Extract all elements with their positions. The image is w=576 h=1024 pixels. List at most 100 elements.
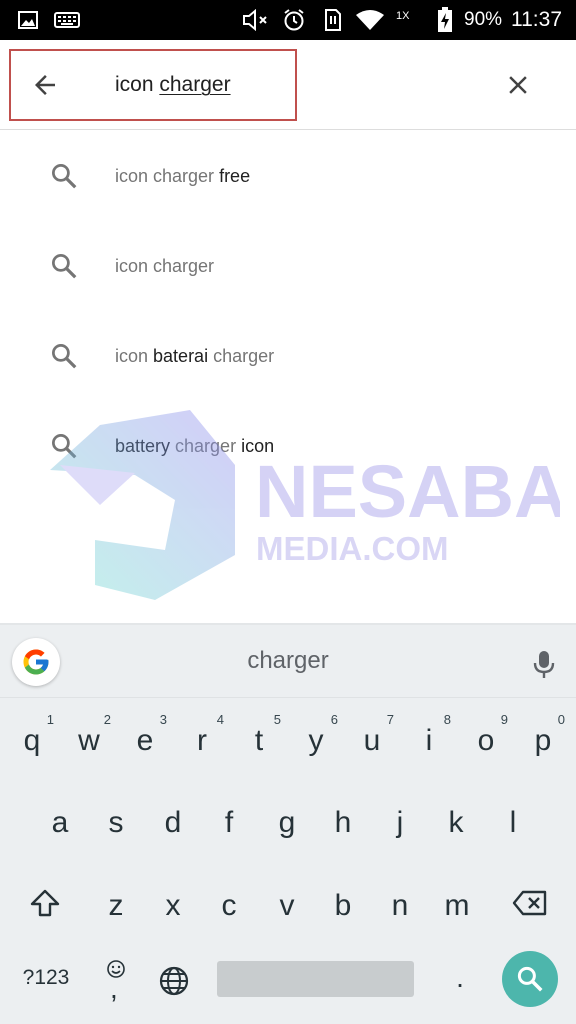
key-r[interactable]: 4r <box>176 703 228 773</box>
key-w[interactable]: 2w <box>63 703 115 773</box>
key-label: s <box>108 806 124 839</box>
key-i[interactable]: 8i <box>403 703 455 773</box>
status-bar: 1X 90% 11:37 <box>0 0 576 40</box>
suggestion-item[interactable]: battery charger icon <box>0 401 576 491</box>
suggestion-text: icon baterai charger <box>115 341 274 371</box>
back-button[interactable] <box>22 62 68 108</box>
battery-charging-icon <box>437 7 453 32</box>
suggestion-part: icon <box>236 436 275 456</box>
suggestion-part: battery <box>115 436 176 456</box>
suggestion-item[interactable]: icon baterai charger <box>0 311 576 401</box>
suggestion-part: icon charger <box>115 256 215 276</box>
mic-button[interactable] <box>522 643 566 687</box>
mute-icon <box>242 8 270 32</box>
backspace-icon <box>512 890 547 916</box>
backspace-key[interactable] <box>500 868 560 938</box>
comma-label: , <box>110 973 118 1004</box>
key-q[interactable]: 1q <box>6 703 58 773</box>
key-label: x <box>165 889 181 922</box>
globe-icon <box>159 966 189 996</box>
key-d[interactable]: d <box>147 785 199 855</box>
alarm-icon <box>282 8 306 32</box>
keyboard-suggestion-strip: charger <box>0 625 576 698</box>
language-key[interactable] <box>152 959 196 1003</box>
key-x[interactable]: x <box>147 868 199 938</box>
key-u[interactable]: 7u <box>346 703 398 773</box>
suggestion-part: icon charger <box>115 166 220 186</box>
clock: 11:37 <box>511 8 562 31</box>
key-label: p <box>534 724 552 757</box>
battery-level: 90% <box>464 9 503 30</box>
key-y[interactable]: 6y <box>290 703 342 773</box>
key-f[interactable]: f <box>203 785 255 855</box>
key-b[interactable]: b <box>317 868 369 938</box>
key-label: k <box>448 806 464 839</box>
keyboard: charger 1q 2w 3e 4r 5t 6y 7u 8i 9o 0p a … <box>0 623 576 1024</box>
suggestion-item[interactable]: icon charger free <box>0 131 576 221</box>
key-label: t <box>254 724 264 757</box>
key-z[interactable]: z <box>90 868 142 938</box>
suggestion-item[interactable]: icon charger <box>0 221 576 311</box>
search-icon <box>46 158 82 194</box>
clear-button[interactable] <box>495 62 541 108</box>
search-input[interactable]: icon charger <box>115 70 231 100</box>
key-label: w <box>78 724 100 757</box>
key-label: d <box>164 806 182 839</box>
back-arrow-icon <box>35 75 55 95</box>
shift-key[interactable] <box>15 868 75 938</box>
key-n[interactable]: n <box>374 868 426 938</box>
keyboard-icon <box>54 8 80 32</box>
query-composing-word: charger <box>159 73 231 96</box>
suggestion-part: charger <box>208 346 275 366</box>
search-action-key[interactable] <box>502 951 558 1007</box>
suggestion-text: icon charger <box>115 251 214 281</box>
key-label: j <box>396 806 404 839</box>
search-icon <box>517 966 543 992</box>
wifi-icon <box>355 8 385 32</box>
key-label: h <box>334 806 352 839</box>
key-v[interactable]: v <box>261 868 313 938</box>
query-prefix: icon <box>115 73 160 96</box>
key-label: n <box>391 889 409 922</box>
key-a[interactable]: a <box>34 785 86 855</box>
key-label: c <box>221 889 237 922</box>
suggestion-part: icon <box>115 346 154 366</box>
key-label: m <box>444 889 470 922</box>
key-label: u <box>363 724 381 757</box>
key-label: y <box>308 724 324 757</box>
suggestion-part: free <box>219 166 251 186</box>
period-key[interactable]: . <box>440 951 480 1005</box>
key-label: i <box>425 724 433 757</box>
key-s[interactable]: s <box>90 785 142 855</box>
key-o[interactable]: 9o <box>460 703 512 773</box>
mic-icon <box>533 651 555 678</box>
search-bar: icon charger <box>0 40 576 130</box>
emoji-comma-key[interactable]: , <box>96 951 136 1005</box>
key-j[interactable]: j <box>374 785 426 855</box>
key-label: r <box>197 724 207 757</box>
space-key[interactable] <box>217 961 414 997</box>
shift-icon <box>30 889 60 917</box>
key-m[interactable]: m <box>431 868 483 938</box>
suggestion-part: baterai <box>153 346 209 366</box>
suggestion-text: icon charger free <box>115 161 250 191</box>
keyboard-word-suggestion[interactable]: charger <box>0 643 576 679</box>
key-label: e <box>136 724 154 757</box>
key-g[interactable]: g <box>261 785 313 855</box>
key-e[interactable]: 3e <box>119 703 171 773</box>
key-label: z <box>108 889 124 922</box>
symbols-key[interactable]: ?123 <box>10 953 82 1003</box>
close-icon <box>509 76 527 94</box>
suggestion-part: charger <box>175 436 237 456</box>
key-t[interactable]: 5t <box>233 703 285 773</box>
key-k[interactable]: k <box>430 785 482 855</box>
key-p[interactable]: 0p <box>517 703 569 773</box>
sim-icon <box>324 8 342 32</box>
search-icon <box>46 428 82 464</box>
key-h[interactable]: h <box>317 785 369 855</box>
suggestion-list: icon charger free icon charger icon bate… <box>0 131 576 621</box>
suggestion-text: battery charger icon <box>115 431 274 461</box>
key-l[interactable]: l <box>487 785 539 855</box>
key-c[interactable]: c <box>203 868 255 938</box>
key-label: l <box>509 806 517 839</box>
